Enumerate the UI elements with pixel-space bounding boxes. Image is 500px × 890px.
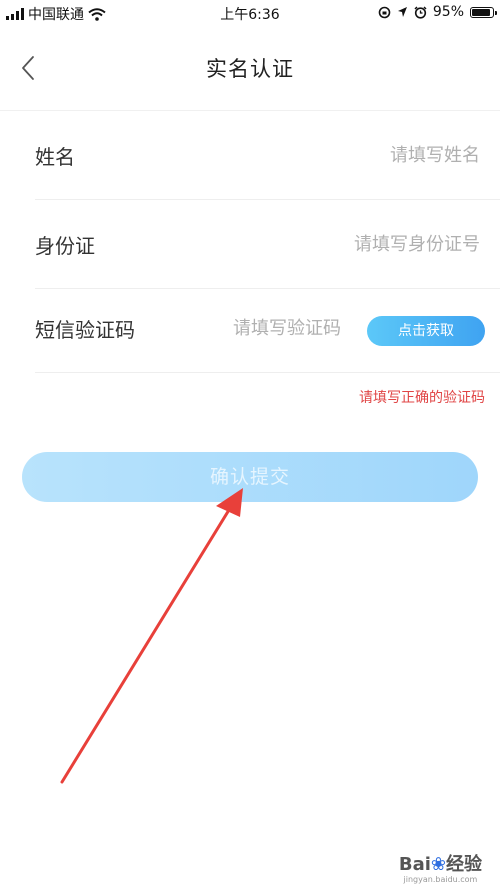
sms-code-row: 短信验证码 请填写验证码 点击获取 — [35, 284, 500, 373]
watermark-logo-text: Bai — [398, 854, 431, 875]
battery-icon — [470, 6, 497, 18]
rotation-lock-icon — [378, 6, 391, 18]
get-code-button[interactable]: 点击获取 — [367, 316, 485, 346]
id-card-input[interactable]: 请填写身份证号 — [354, 230, 480, 256]
id-card-row: 身份证 请填写身份证号 — [35, 200, 500, 289]
watermark-logo-suffix: 经验 — [446, 854, 482, 875]
nav-bar: 实名认证 — [0, 26, 500, 111]
name-label: 姓名 — [35, 145, 75, 169]
alarm-icon — [414, 5, 427, 19]
status-bar: 中国联通 上午6:36 95% — [0, 0, 500, 26]
battery-fill — [472, 8, 490, 16]
id-card-label: 身份证 — [35, 234, 95, 258]
name-row: 姓名 请填写姓名 — [35, 111, 500, 200]
status-right: 95% — [378, 4, 497, 20]
submit-button[interactable]: 确认提交 — [22, 452, 478, 502]
sms-code-label: 短信验证码 — [35, 318, 135, 342]
location-icon — [397, 7, 407, 17]
sms-code-input[interactable]: 请填写验证码 — [233, 314, 341, 340]
paw-icon: ❀ — [430, 854, 446, 875]
error-message: 请填写正确的验证码 — [359, 390, 485, 406]
watermark-logo: Bai❀经验 — [399, 850, 482, 876]
battery-percent: 95% — [432, 4, 464, 20]
watermark: Bai❀经验 jingyan.baidu.com — [399, 850, 482, 884]
page-title: 实名认证 — [206, 57, 294, 81]
watermark-url: jingyan.baidu.com — [403, 875, 478, 884]
name-input[interactable]: 请填写姓名 — [390, 141, 480, 167]
